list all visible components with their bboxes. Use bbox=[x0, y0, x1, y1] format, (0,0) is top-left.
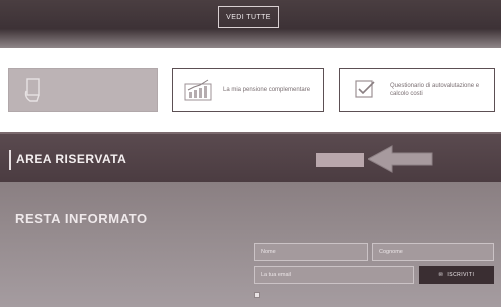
area-riservata-button[interactable] bbox=[316, 153, 364, 167]
chart-growth-icon bbox=[181, 73, 215, 107]
quick-link-label: La mia pensione complementare bbox=[223, 87, 311, 93]
quick-links-section: La mia pensione complementare Questionar… bbox=[0, 48, 501, 130]
iscriviti-label: ISCRIVITI bbox=[447, 272, 475, 278]
resta-informato-title: RESTA INFORMATO bbox=[15, 211, 148, 226]
checklist-icon bbox=[348, 73, 382, 107]
area-riservata-band: AREA RISERVATA bbox=[0, 132, 501, 182]
title-accent-bar bbox=[9, 150, 11, 170]
document-hand-icon bbox=[17, 73, 51, 107]
email-input[interactable]: La tua email bbox=[254, 266, 414, 284]
top-banner: VEDI TUTTE bbox=[0, 0, 501, 48]
mail-icon: ✉ bbox=[438, 272, 444, 278]
quick-link-card-pensione[interactable]: La mia pensione complementare bbox=[172, 68, 324, 112]
quick-link-card-1[interactable] bbox=[8, 68, 158, 112]
pointer-arrow-icon bbox=[368, 145, 433, 173]
cognome-input[interactable]: Cognome bbox=[372, 243, 494, 261]
nome-input[interactable]: Nome bbox=[254, 243, 368, 261]
iscriviti-button[interactable]: ✉ ISCRIVITI bbox=[419, 266, 494, 284]
vedi-tutte-button[interactable]: VEDI TUTTE bbox=[218, 6, 279, 28]
area-riservata-title: AREA RISERVATA bbox=[16, 152, 127, 166]
newsletter-section: RESTA INFORMATO Nome Cognome La tua emai… bbox=[0, 182, 501, 307]
quick-link-card-questionario[interactable]: Questionario di autovalutazione e calcol… bbox=[339, 68, 495, 112]
privacy-consent[interactable] bbox=[254, 292, 264, 298]
privacy-checkbox[interactable] bbox=[254, 292, 260, 298]
quick-link-label: Questionario di autovalutazione e calcol… bbox=[390, 83, 480, 97]
